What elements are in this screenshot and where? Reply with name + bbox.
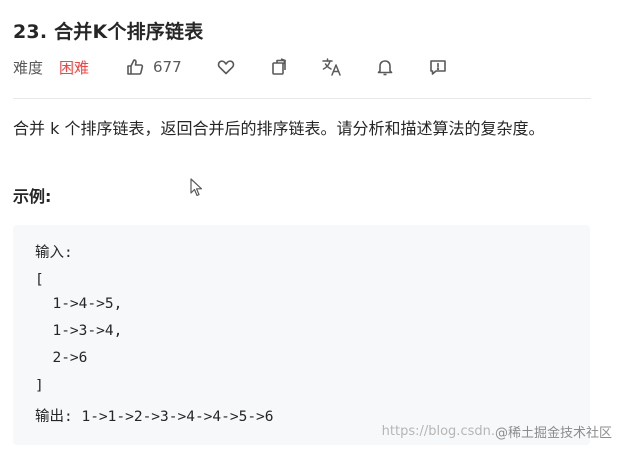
example-heading: 示例: [13, 187, 52, 206]
code-line: 2->6 [35, 350, 88, 366]
translate-button[interactable] [320, 55, 344, 79]
problem-meta-row: 难度 困难 677 [13, 55, 613, 79]
watermark-brand: @稀土掘金技术社区 [494, 426, 612, 441]
like-count: 677 [153, 58, 182, 76]
bell-icon [377, 60, 393, 76]
difficulty-badge: 困难 [59, 58, 90, 77]
code-line: 1->4->5, [35, 296, 123, 312]
code-line: 输出: 1->1->2->3->4->4->5->6 [35, 409, 274, 425]
divider [13, 98, 591, 99]
example-code-block: 输入: [ 1->4->5, 1->3->4, 2->6 ] 输出: 1->1-… [13, 225, 590, 445]
favorite-button[interactable] [214, 55, 238, 79]
code-line: 输入: [35, 245, 73, 261]
thumbs-up-icon [127, 59, 144, 75]
translate-icon [322, 58, 341, 76]
mouse-pointer-icon [190, 178, 203, 197]
code-line: 1->3->4, [35, 323, 123, 339]
feedback-button[interactable] [426, 55, 450, 79]
like-button[interactable]: 677 [125, 55, 182, 79]
share-icon [272, 58, 286, 75]
watermark-url: https://blog.csdn. [381, 424, 495, 439]
problem-title: 23. 合并K个排序链表 [13, 21, 204, 43]
difficulty-label: 难度 [13, 58, 44, 77]
watermark: https://blog.csdn. @稀土掘金技术社区 [382, 422, 612, 441]
notification-button[interactable] [373, 55, 397, 79]
share-button[interactable] [267, 55, 291, 79]
code-line: ] [35, 378, 44, 394]
code-line: [ [35, 272, 44, 288]
heart-icon [217, 60, 235, 75]
problem-description: 合并 k 个排序链表，返回合并后的排序链表。请分析和描述算法的复杂度。 [13, 119, 545, 138]
feedback-icon [430, 60, 446, 75]
